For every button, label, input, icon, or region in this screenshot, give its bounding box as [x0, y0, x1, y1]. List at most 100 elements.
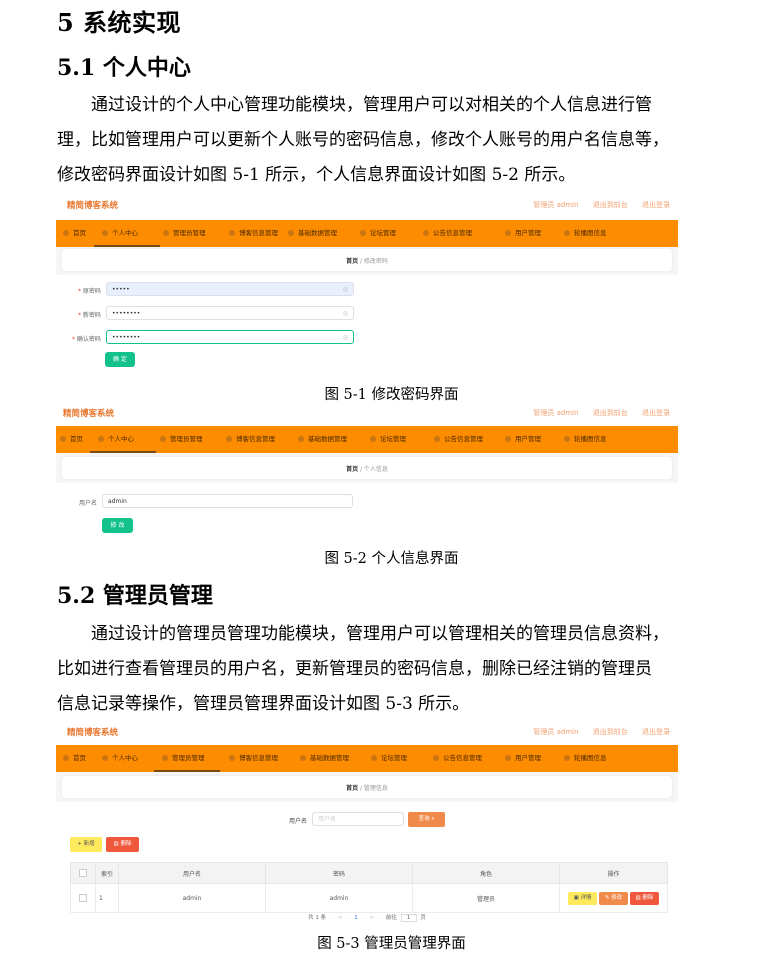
section-5-2-heading: 5.2 管理员管理 [57, 583, 213, 609]
goto-label: 前往 [385, 915, 397, 921]
new-password-input[interactable]: •••••••• ◎ [106, 306, 354, 320]
home-icon [63, 755, 69, 761]
forum-icon [370, 436, 376, 442]
section-5-1-heading: 5.1 个人中心 [57, 55, 191, 81]
top-links: 管理员 admin 退出到前台 退出登录 [521, 727, 670, 737]
notice-icon [433, 755, 439, 761]
nav-item-blog[interactable]: 博客信息管理 [226, 426, 275, 453]
pagination: 共 1 条 < 1 > 前往 1 页 [56, 913, 678, 922]
confirm-button[interactable]: 确 定 [105, 352, 135, 367]
modify-button[interactable]: 修 改 [102, 518, 133, 533]
username-input[interactable]: admin [102, 494, 353, 508]
figure-5-3-screenshot: 精简博客系统 管理员 admin 退出到前台 退出登录 首页 个人中心 管理员管… [56, 721, 678, 926]
nav-item-basedata[interactable]: 基础数据管理 [300, 745, 349, 772]
logout-link[interactable]: 退出登录 [642, 409, 670, 417]
nav-item-users[interactable]: 用户管理 [505, 426, 541, 453]
eye-icon: ◎ [342, 334, 348, 341]
user-icon [98, 436, 104, 442]
nav-item-carousel[interactable]: 轮播图信息 [564, 426, 607, 453]
nav-item-notice[interactable]: 公告信息管理 [423, 220, 472, 247]
pagination-total: 共 1 条 [308, 915, 327, 921]
cell-index: 1 [95, 883, 119, 913]
next-page-button[interactable]: > [369, 915, 374, 921]
goto-unit: 页 [420, 915, 426, 921]
breadcrumb: 首页 / 管理信息 [62, 776, 672, 798]
nav-item-forum[interactable]: 论坛管理 [371, 745, 407, 772]
nav-item-admin[interactable]: 管理员管理 [163, 220, 206, 247]
blog-icon [229, 755, 235, 761]
forum-icon [371, 755, 377, 761]
nav-item-basedata[interactable]: 基础数据管理 [288, 220, 337, 247]
paragraph-line: 比如进行查看管理员的用户名，更新管理员的密码信息，删除已经注销的管理员 [57, 659, 652, 679]
cell-actions: ▣ 详情 ✎ 修改 ▥ 删除 [559, 883, 668, 913]
prev-page-button[interactable]: < [338, 915, 343, 921]
logout-link[interactable]: 退出登录 [642, 728, 670, 736]
new-password-label: * 新密码 [78, 312, 101, 319]
nav-item-users[interactable]: 用户管理 [505, 745, 541, 772]
figure-5-1-screenshot: 精简博客系统 管理员 admin 退出到前台 退出登录 首页 个人中心 管理员管… [56, 194, 678, 376]
row-delete-button[interactable]: ▥ 删除 [629, 891, 659, 905]
add-button[interactable]: + 新增 [70, 837, 102, 852]
column-header: 密码 [265, 862, 413, 884]
section-5-2-paragraph: 通过设计的管理员管理功能模块，管理用户可以管理相关的管理员信息资料， 比如进行查… [57, 617, 747, 722]
carousel-icon [564, 755, 570, 761]
admin-label: 管理员 admin [533, 728, 579, 736]
nav-item-blog[interactable]: 博客信息管理 [229, 745, 278, 772]
figure-5-2-screenshot: 精简博客系统 管理员 admin 退出到前台 退出登录 首页 个人中心 管理员管… [56, 402, 678, 542]
breadcrumb: 首页 / 个人信息 [62, 457, 672, 479]
section-5-1-paragraph: 通过设计的个人中心管理功能模块，管理用户可以对相关的个人信息进行管 理，比如管理… [57, 88, 747, 193]
nav-item-carousel[interactable]: 轮播图信息 [564, 745, 607, 772]
search-input[interactable]: 用户名 [312, 812, 404, 826]
nav-item-profile[interactable]: 个人中心 [90, 426, 156, 453]
batch-delete-button[interactable]: ▥ 删除 [106, 837, 139, 852]
logout-link[interactable]: 退出登录 [642, 201, 670, 209]
home-icon [63, 230, 69, 236]
paragraph-line: 修改密码界面设计如图 5-1 所示，个人信息界面设计如图 5-2 所示。 [57, 165, 576, 185]
current-page[interactable]: 1 [354, 915, 358, 921]
admin-table: 索引 用户名 密码 角色 操作 1 admin admin 管理员 ▣ 详情 ✎… [70, 862, 668, 913]
confirm-password-input[interactable]: •••••••• ◎ [106, 330, 354, 344]
column-header: 用户名 [118, 862, 266, 884]
chapter-heading: 5 系统实现 [57, 8, 182, 37]
nav-item-home[interactable]: 首页 [63, 745, 86, 772]
figure-5-1-caption: 图 5-1 修改密码界面 [324, 387, 459, 403]
nav-item-home[interactable]: 首页 [63, 220, 86, 247]
user-icon [102, 755, 108, 761]
nav-item-basedata[interactable]: 基础数据管理 [298, 426, 347, 453]
nav-item-home[interactable]: 首页 [60, 426, 83, 453]
confirm-password-label: * 确认密码 [72, 336, 101, 343]
nav-item-profile[interactable]: 个人中心 [102, 745, 138, 772]
old-password-input[interactable]: ••••• ◎ [106, 282, 354, 296]
carousel-icon [564, 230, 570, 236]
back-to-front-link[interactable]: 退出到前台 [593, 201, 628, 209]
figure-5-2-caption: 图 5-2 个人信息界面 [324, 551, 459, 567]
nav-item-users[interactable]: 用户管理 [505, 220, 541, 247]
nav-item-blog[interactable]: 博客信息管理 [229, 220, 278, 247]
row-checkbox[interactable] [79, 894, 87, 902]
goto-page-input[interactable]: 1 [400, 914, 417, 922]
column-header: 操作 [559, 862, 668, 884]
table-header-row: 索引 用户名 密码 角色 操作 [70, 862, 668, 884]
nav-item-profile[interactable]: 个人中心 [94, 220, 160, 247]
nav-item-notice[interactable]: 公告信息管理 [433, 745, 482, 772]
column-header: 角色 [412, 862, 560, 884]
edit-button[interactable]: ✎ 修改 [599, 891, 628, 905]
back-to-front-link[interactable]: 退出到前台 [593, 728, 628, 736]
nav-item-carousel[interactable]: 轮播图信息 [564, 220, 607, 247]
detail-button[interactable]: ▣ 详情 [568, 891, 598, 905]
admin-label: 管理员 admin [533, 201, 579, 209]
username-label: 用户名 [79, 500, 98, 507]
top-links: 管理员 admin 退出到前台 退出登录 [521, 200, 670, 210]
nav-item-forum[interactable]: 论坛管理 [360, 220, 396, 247]
nav-item-forum[interactable]: 论坛管理 [370, 426, 406, 453]
nav-item-admin[interactable]: 管理员管理 [160, 426, 203, 453]
nav-item-admin[interactable]: 管理员管理 [154, 745, 220, 772]
paragraph-line: 通过设计的个人中心管理功能模块，管理用户可以对相关的个人信息进行管 [57, 95, 652, 115]
nav-item-notice[interactable]: 公告信息管理 [434, 426, 483, 453]
select-all-checkbox[interactable] [79, 869, 87, 877]
app-nav: 首页 个人中心 管理员管理 博客信息管理 基础数据管理 论坛管理 公告信息管理 … [56, 426, 678, 453]
cell-role: 管理员 [412, 883, 560, 913]
search-button[interactable]: 查询 ⌕ [408, 812, 445, 827]
blog-icon [226, 436, 232, 442]
back-to-front-link[interactable]: 退出到前台 [593, 409, 628, 417]
